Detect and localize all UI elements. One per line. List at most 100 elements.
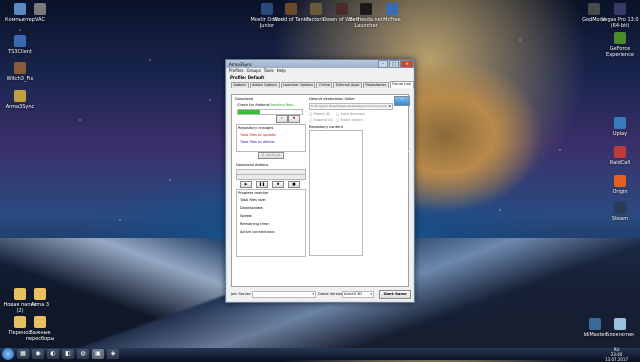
- icon-label: Steam: [611, 216, 629, 222]
- system-tray: RU 23:40 13.07.2017: [605, 347, 640, 362]
- app-icon: [614, 3, 626, 15]
- tab-repositories[interactable]: Repositories: [362, 82, 389, 88]
- icon-label: Важные пересборы: [25, 330, 55, 342]
- repo-changes-title: Repository changes: [238, 126, 274, 130]
- icon-label: GeForce Experience: [606, 46, 634, 58]
- pause-icon: ❚❚: [258, 182, 266, 186]
- auto-discover-label: Auto discover: [340, 112, 366, 116]
- auto-discover-checkbox[interactable]: □ Auto discover: [336, 112, 365, 116]
- destination-select[interactable]: D:/Program Files/Steam/steamapps/common/…: [309, 103, 393, 110]
- settings-label: Settings: [265, 153, 281, 157]
- desktop-icon-uplay[interactable]: Uplay: [600, 117, 640, 137]
- icon-label: RaidCall: [609, 160, 631, 166]
- play-icon: ▶: [244, 182, 248, 186]
- check-accept-button[interactable]: ✔: [276, 115, 288, 123]
- check-progress-fill: [238, 110, 261, 114]
- folder-icon: [34, 288, 46, 300]
- maximize-button[interactable]: □: [389, 60, 399, 68]
- tab-forum-link[interactable]: Forum Link: [389, 81, 414, 88]
- expand-all-label: Expand All: [313, 118, 333, 122]
- exact-match-checkbox[interactable]: □ Exact match: [336, 118, 363, 122]
- icon-label: McFree: [383, 17, 401, 23]
- clock-date: 13.07.2017: [605, 356, 628, 362]
- tab-online[interactable]: Online: [316, 82, 333, 88]
- connections-label: Active connections:: [240, 230, 276, 234]
- destination-label: Default destination folder: [309, 97, 355, 101]
- tab-addon-options[interactable]: Addon Options: [249, 82, 280, 88]
- check-cancel-button[interactable]: ✖: [288, 115, 300, 123]
- window-titlebar[interactable]: Arma3Sync – □ ✕: [226, 60, 414, 68]
- settings-button[interactable]: ⚙ Settings: [258, 152, 284, 159]
- taskbar-media-icon[interactable]: ◍: [77, 349, 89, 359]
- exact-match-label: Exact match: [340, 118, 364, 122]
- game-version-select[interactable]: Arma3 3D ▾: [342, 291, 374, 298]
- app-icon: [14, 35, 26, 47]
- desktop-icon-vegas[interactable]: Vegas Pro 13.0 (64-bit): [600, 3, 640, 29]
- stop-button[interactable]: ✖: [272, 181, 284, 188]
- window-client: Profiles Groups Tools Help Profile: Defa…: [227, 68, 414, 301]
- taskbar-chrome-icon[interactable]: ◉: [32, 349, 44, 359]
- icon-label: Uplay: [612, 131, 628, 137]
- join-server-select[interactable]: ▾: [252, 291, 316, 298]
- menu-groups[interactable]: Groups: [247, 68, 261, 74]
- start-game-button[interactable]: Start Game: [379, 290, 411, 299]
- desktop-icon-origin[interactable]: Origin: [600, 175, 640, 195]
- desktop-icon-steam[interactable]: Steam: [600, 202, 640, 222]
- save-button[interactable]: ■: [288, 181, 300, 188]
- menu-tools[interactable]: Tools: [264, 68, 274, 74]
- taskbar-arma3sync-icon[interactable]: ▣: [92, 349, 104, 359]
- taskbar: ▦ ◉ ◐ ◧ ◍ ▣ ◈ RU 23:40 13.07.2017: [0, 347, 640, 362]
- menu-help[interactable]: Help: [277, 68, 286, 74]
- tab-launcher-options[interactable]: Launcher Options: [280, 82, 316, 88]
- chevron-down-icon: ▾: [370, 292, 372, 296]
- expand-all-checkbox[interactable]: □ Expand All: [309, 118, 333, 122]
- app-icon: [310, 3, 322, 15]
- desktop-icon-geforce[interactable]: GeForce Experience: [600, 32, 640, 58]
- tab-external-apps[interactable]: External Apps: [333, 82, 362, 88]
- icon-label: Блокнотик: [605, 332, 635, 338]
- desktop-icon-raidcall[interactable]: RaidCall: [600, 146, 640, 166]
- download-progress-bar-2: [236, 174, 306, 180]
- gear-icon: ⚙: [261, 153, 265, 157]
- tab-panel: Download Check for Addons: Checking file…: [231, 94, 410, 287]
- add-destination-button[interactable]: +: [394, 96, 410, 106]
- desktop-icon-folder-arma[interactable]: Arma 3: [20, 288, 60, 308]
- game-version-label: Game Version:: [318, 292, 345, 296]
- repository-content-tree[interactable]: [309, 130, 363, 256]
- progress-monitor-title: Progress monitor: [238, 191, 269, 195]
- desktop-icon-arma3sync[interactable]: Arma3Sync: [0, 90, 40, 110]
- check-addons-label: Check for Addons:: [237, 103, 270, 107]
- lang-indicator[interactable]: RU: [614, 347, 620, 352]
- app-icon: [360, 3, 372, 15]
- folder-icon: [34, 316, 46, 328]
- desktop-icon-vac[interactable]: VAC: [20, 3, 60, 23]
- taskbar-app-icon[interactable]: ◧: [62, 349, 74, 359]
- desktop-icon-witch[interactable]: Witch3_Fix: [0, 62, 40, 82]
- minimize-button[interactable]: –: [378, 60, 388, 68]
- app-icon: [386, 3, 398, 15]
- desktop-icon-folder-important[interactable]: Важные пересборы: [20, 316, 60, 342]
- desktop-icon-ts3[interactable]: TS3Client: [0, 35, 40, 55]
- app-icon: [588, 3, 600, 15]
- taskbar-explorer-icon[interactable]: ▦: [17, 349, 29, 359]
- icon-label: Arma 3: [30, 302, 50, 308]
- app-icon: [34, 3, 46, 15]
- desktop-icon-notepad[interactable]: Блокнотик: [600, 318, 640, 338]
- play-button[interactable]: ▶: [240, 181, 252, 188]
- select-all-checkbox[interactable]: □ Select All: [309, 112, 330, 116]
- app-icon: [614, 318, 626, 330]
- app-icon: [14, 90, 26, 102]
- chevron-down-icon: ▾: [312, 292, 314, 296]
- desktop-icon-mcfree[interactable]: McFree: [372, 3, 412, 23]
- icon-label: Arma3Sync: [5, 104, 35, 110]
- menu-profiles[interactable]: Profiles: [229, 68, 244, 74]
- app-window: Arma3Sync – □ ✕ Profiles Groups Tools He…: [225, 59, 415, 303]
- tab-addons[interactable]: Addons: [231, 82, 249, 88]
- pause-button[interactable]: ❚❚: [256, 181, 268, 188]
- start-button[interactable]: [2, 348, 14, 360]
- taskbar-steam-icon[interactable]: ◐: [47, 349, 59, 359]
- app-icon: [614, 175, 626, 187]
- taskbar-ts3-icon[interactable]: ◈: [107, 349, 119, 359]
- close-button[interactable]: ✕: [400, 60, 414, 68]
- download-section-label: Download: [235, 97, 253, 101]
